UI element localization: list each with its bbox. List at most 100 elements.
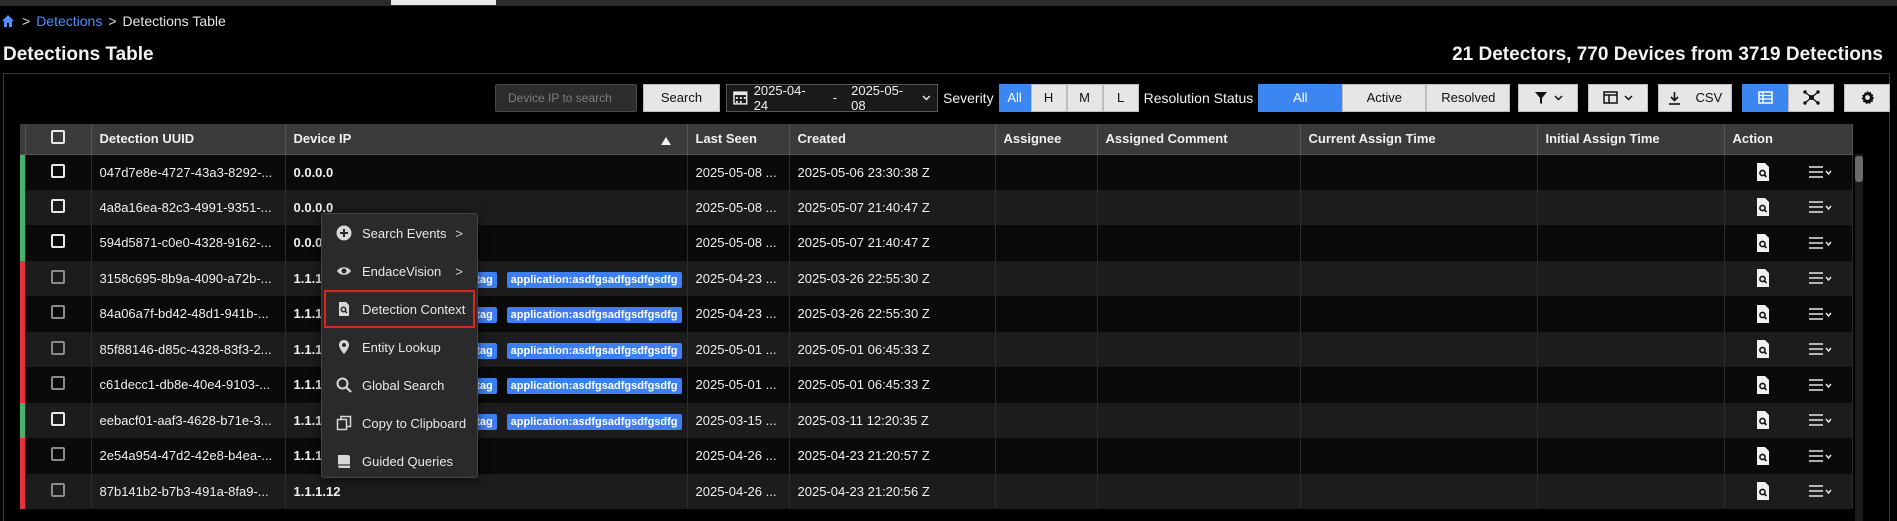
row-select-cell[interactable] [25, 225, 92, 261]
hamburger-menu-icon[interactable] [1808, 378, 1832, 391]
detection-uuid-cell[interactable]: 3158c695-8b9a-4090-a72b-... [91, 260, 286, 296]
detection-context-icon[interactable] [1755, 197, 1771, 217]
row-checkbox[interactable] [51, 447, 65, 462]
row-tag[interactable]: application:asdfgsadfgsdfgsdfg [506, 271, 682, 288]
column-header-assignee[interactable]: Assignee [995, 124, 1098, 155]
device-ip-value[interactable]: 0.0.0.0 [294, 165, 334, 180]
detection-context-icon[interactable] [1755, 162, 1771, 182]
resolution-all-button[interactable]: All [1258, 83, 1343, 112]
sort-ascending-icon[interactable] [660, 137, 671, 145]
row-checkbox[interactable] [51, 305, 65, 320]
hamburger-menu-icon[interactable] [1808, 236, 1832, 249]
detection-context-icon[interactable] [1755, 339, 1771, 359]
device-ip-value[interactable]: 1.1.1 [294, 271, 323, 286]
menu-item-copy-to-clipboard[interactable]: Copy to Clipboard [322, 404, 477, 442]
severity-low-button[interactable]: L [1102, 83, 1139, 112]
search-button[interactable]: Search [643, 83, 720, 112]
home-icon[interactable] [0, 13, 16, 29]
column-header-device-ip[interactable]: Device IP [285, 124, 688, 155]
severity-high-button[interactable]: H [1030, 83, 1067, 112]
device-ip-value[interactable]: 1.1.1 [294, 413, 323, 428]
filter-dropdown-button[interactable] [1518, 83, 1579, 112]
menu-item-search-events[interactable]: Search Events > [322, 214, 477, 252]
row-select-cell[interactable] [25, 438, 92, 474]
resolution-active-button[interactable]: Active [1342, 83, 1427, 112]
detection-uuid-cell[interactable]: c61decc1-db8e-40e4-9103-... [91, 367, 286, 403]
menu-item-global-search[interactable]: Global Search [322, 366, 477, 404]
row-select-cell[interactable] [25, 402, 92, 438]
severity-all-button[interactable]: All [998, 83, 1031, 112]
device-ip-value[interactable]: 1.1.1 [294, 306, 323, 321]
detection-uuid-cell[interactable]: 2e54a954-47d2-42e8-b4ea-... [91, 438, 286, 474]
row-select-cell[interactable] [25, 473, 92, 509]
detection-uuid-cell[interactable]: 594d5871-c0e0-4328-9162-... [91, 225, 286, 261]
row-select-cell[interactable] [25, 331, 92, 367]
device-ip-value[interactable]: 1.1.1 [294, 342, 323, 357]
row-checkbox[interactable] [51, 376, 65, 391]
hamburger-menu-icon[interactable] [1808, 166, 1832, 178]
row-select-cell[interactable] [25, 189, 92, 225]
column-header-created[interactable]: Created [789, 124, 996, 155]
table-row[interactable]: eebacf01-aaf3-4628-b71e-3... 1.1.1 :tag a… [20, 402, 1853, 438]
settings-button[interactable] [1844, 83, 1891, 112]
row-select-cell[interactable] [25, 367, 92, 403]
table-row[interactable]: 3158c695-8b9a-4090-a72b-... 1.1.1 :tag ap… [20, 260, 1853, 296]
menu-item-endacevision[interactable]: EndaceVision > [322, 252, 477, 290]
header-select-all[interactable] [25, 124, 92, 155]
graph-view-button[interactable] [1788, 83, 1835, 112]
row-checkbox[interactable] [51, 269, 65, 284]
row-tag[interactable]: application:asdfgsadfgsdfgsdfg [506, 307, 682, 323]
detection-context-icon[interactable] [1755, 233, 1771, 253]
table-row[interactable]: 2e54a954-47d2-42e8-b4ea-... 1.1.1 2025-0… [20, 438, 1853, 474]
detection-uuid-cell[interactable]: 85f88146-d85c-4328-83f3-2... [91, 331, 286, 367]
table-row[interactable]: 4a8a16ea-82c3-4991-9351-... 0.0.0.0 2025… [20, 189, 1853, 225]
hamburger-menu-icon[interactable] [1808, 449, 1832, 462]
device-ip-search-input[interactable] [495, 83, 637, 112]
columns-dropdown-button[interactable] [1588, 83, 1649, 112]
row-checkbox[interactable] [51, 163, 65, 178]
table-row[interactable]: 047d7e8e-4727-43a3-8292-... 0.0.0.0 2025… [20, 154, 1853, 190]
table-view-button[interactable] [1742, 83, 1789, 112]
detection-context-icon[interactable] [1755, 375, 1771, 395]
scrollbar-thumb[interactable] [1855, 156, 1863, 182]
detection-context-icon[interactable] [1755, 446, 1771, 466]
row-checkbox[interactable] [51, 482, 65, 497]
table-row[interactable]: 594d5871-c0e0-4328-9162-... 0.0.0 2025-0… [20, 225, 1853, 261]
table-scrollbar[interactable] [1855, 154, 1863, 521]
breadcrumb-detections-link[interactable]: Detections [36, 13, 102, 29]
select-all-checkbox[interactable] [51, 130, 65, 145]
detection-uuid-cell[interactable]: 84a06a7f-bd42-48d1-941b-... [91, 296, 286, 332]
date-range-picker[interactable]: 2025-04-24 - 2025-05-08 [726, 83, 938, 113]
device-ip-value[interactable]: 1.1.1 [294, 377, 323, 392]
severity-medium-button[interactable]: M [1066, 83, 1103, 112]
row-checkbox[interactable] [51, 234, 65, 249]
row-checkbox[interactable] [51, 411, 65, 426]
column-header-detection-uuid[interactable]: Detection UUID [91, 124, 286, 155]
detection-uuid-cell[interactable]: 87b141b2-b7b3-491a-8fa9-... [91, 473, 286, 509]
detection-context-icon[interactable] [1755, 268, 1771, 288]
detection-context-icon[interactable] [1755, 410, 1771, 430]
row-checkbox[interactable] [51, 340, 65, 355]
table-row[interactable]: c61decc1-db8e-40e4-9103-... 1.1.1 :tag ap… [20, 367, 1853, 403]
column-header-current-assign-time[interactable]: Current Assign Time [1300, 124, 1538, 155]
detection-uuid-cell[interactable]: 047d7e8e-4727-43a3-8292-... [91, 154, 286, 190]
table-row[interactable]: 84a06a7f-bd42-48d1-941b-... 1.1.1 :tag ap… [20, 296, 1853, 332]
detection-uuid-cell[interactable]: eebacf01-aaf3-4628-b71e-3... [91, 402, 286, 438]
row-tag[interactable]: application:asdfgsadfgsdfgsdfg [506, 378, 682, 394]
hamburger-menu-icon[interactable] [1808, 485, 1832, 498]
row-checkbox[interactable] [51, 198, 65, 213]
hamburger-menu-icon[interactable] [1808, 272, 1832, 285]
device-ip-value[interactable]: 0.0.0 [294, 235, 323, 250]
export-csv-button[interactable]: CSV [1658, 83, 1733, 112]
menu-item-entity-lookup[interactable]: Entity Lookup [322, 328, 477, 366]
hamburger-menu-icon[interactable] [1808, 343, 1832, 356]
device-ip-value[interactable]: 1.1.1.12 [294, 484, 341, 499]
row-tag[interactable]: application:asdfgsadfgsdfgsdfg [506, 342, 682, 359]
active-tab-indicator[interactable] [391, 0, 496, 5]
menu-item-guided-queries[interactable]: Guided Queries [322, 442, 477, 480]
row-tag[interactable]: application:asdfgsadfgsdfgsdfg [506, 413, 682, 430]
resolution-resolved-button[interactable]: Resolved [1426, 83, 1511, 112]
menu-item-detection-context[interactable]: Detection Context [324, 290, 475, 328]
hamburger-menu-icon[interactable] [1808, 414, 1832, 427]
hamburger-menu-icon[interactable] [1808, 307, 1832, 320]
